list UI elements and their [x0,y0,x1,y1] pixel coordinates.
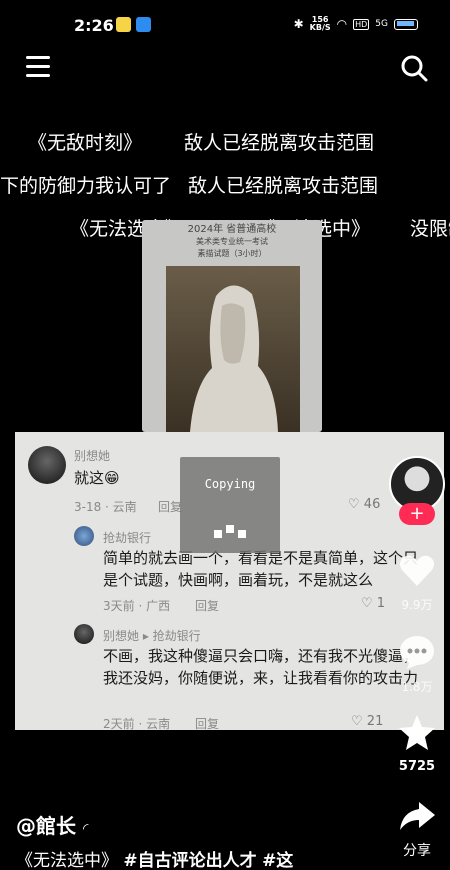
comment-meta: 2天前 · 云南 [103,717,171,731]
status-time: 2:26 [74,16,114,35]
like-total: 9.9万 [401,598,433,612]
comment-meta: 3天前 · 广西 [103,599,171,613]
follow-button[interactable]: + [399,503,435,525]
like-value: 46 [363,497,381,512]
loading-dots-icon [214,525,254,539]
avatar [74,624,94,644]
network-speed: 156 KB/S [310,16,331,32]
avatar [28,446,66,484]
app-notification-icon [136,17,151,32]
reply-link: 回复 [195,599,220,613]
exam-line: 素描试题（3小时） [197,249,267,258]
copying-label: Copying [204,477,256,491]
danmaku-item: 没限制 [410,218,450,240]
top-bar [0,52,450,92]
hashtag-link[interactable]: #自古评论出人才 [123,851,256,870]
danmaku-item: 下的防御力我认可了 [0,175,172,197]
heart-icon[interactable] [397,550,437,590]
bluetooth-icon: ✱ [293,17,304,31]
like-count: ♡ 46 [348,497,381,512]
veiled-bust-graphic [190,285,278,432]
author-name[interactable]: @館长 ◜ [16,810,88,839]
search-icon[interactable] [400,54,428,82]
hd-icon: HD [353,18,370,30]
comment-meta: 3-18 · 云南 [74,500,137,514]
reply-link: 回复 [195,717,220,731]
like-value: 1 [376,596,386,611]
star-icon[interactable] [397,712,437,752]
comment-total: 1.8万 [401,680,433,694]
status-bar: 2:26 ✱ 156 KB/S ◠ HD 5G [0,0,450,52]
signal-icon: 5G [375,19,388,29]
comment-text: 不画，我这种傻逼只会口嗨，还有我不光傻逼，我还没妈，你随便说，来，让我看看你的攻… [103,647,419,687]
battery-icon [394,18,418,30]
share-icon[interactable] [397,796,437,836]
danmaku-item: 《无敌时刻》 [28,132,143,154]
caption-text: 《无法选中》 [16,851,118,870]
like-count: ♡ 1 [361,596,386,611]
menu-button[interactable] [26,56,50,78]
share-label[interactable]: 分享 [385,840,449,860]
comment-text: 简单的就去画一个，看看是不是真简单，这个只是个试题，快画啊，画着玩，不是就这么 [103,549,419,589]
author-handle[interactable]: @館长 [16,814,76,838]
speed-unit: KB/S [309,23,331,32]
status-indicators: ✱ 156 KB/S ◠ HD 5G [294,16,418,32]
copying-toast: Copying [180,457,280,553]
danmaku-item: 敌人已经脱离攻击范围 [188,175,379,197]
comment-icon[interactable] [397,632,437,672]
sculpture-image [166,266,300,432]
app-notification-icon [116,17,131,32]
favorite-total: 5725 [398,759,436,774]
wifi-icon: ◠ [336,17,348,31]
signature-icon: ◜ [82,821,89,837]
like-count: ♡ 21 [351,714,384,729]
video-caption: 《无法选中》 #自古评论出人才 #这 [16,846,293,870]
video-frame[interactable]: 2024年 省普通高校 美术类专业统一考试 素描试题（3小时） [142,220,322,432]
exam-line: 2024年 省普通高校 [187,224,277,235]
comment-author: 别想她 [74,449,111,463]
comment-author: 抢劫银行 [103,531,152,545]
hashtag-link[interactable]: #这 [262,851,293,870]
comment-author: 别想她 ▸ 抢劫银行 [103,629,201,643]
exam-header: 2024年 省普通高校 美术类专业统一考试 素描试题（3小时） [142,224,322,260]
danmaku-item: 敌人已经脱离攻击范围 [184,132,375,154]
avatar [74,526,94,546]
exam-line: 美术类专业统一考试 [196,237,268,246]
like-value: 21 [366,714,384,729]
reply-link: 回复 [158,500,183,514]
